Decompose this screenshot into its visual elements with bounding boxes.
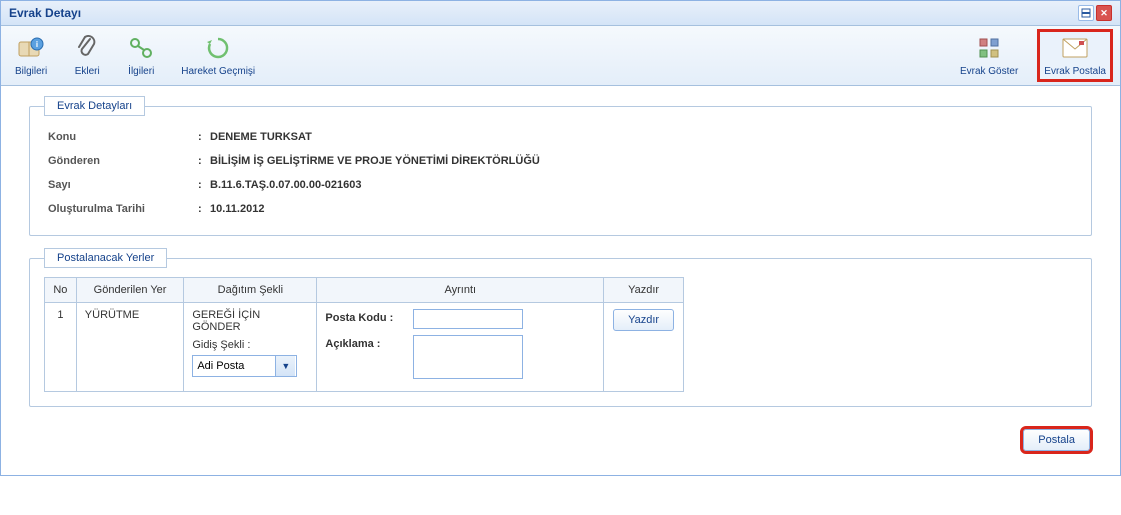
sayi-value: B.11.6.TAŞ.0.07.00.00-021603 xyxy=(210,179,1073,191)
combo-trigger[interactable]: ▼ xyxy=(275,356,295,376)
svg-text:i: i xyxy=(36,40,38,49)
tarih-row: Oluşturulma Tarihi : 10.11.2012 xyxy=(44,197,1077,221)
cell-ayrinti: Posta Kodu : Açıklama : xyxy=(317,303,604,392)
aciklama-textarea[interactable] xyxy=(413,335,523,379)
evrak-detayi-window: Evrak Detayı ✕ i xyxy=(0,0,1121,476)
konu-value: DENEME TURKSAT xyxy=(210,131,1073,143)
th-dagitim: Dağıtım Şekli xyxy=(184,278,317,303)
content-area: Evrak Detayları Konu : DENEME TURKSAT Gö… xyxy=(1,86,1120,475)
titlebar-controls: ✕ xyxy=(1078,5,1112,21)
postalanacak-legend: Postalanacak Yerler xyxy=(44,248,167,268)
th-yazdir: Yazdır xyxy=(604,278,684,303)
book-info-icon: i xyxy=(17,34,45,62)
tarih-label: Oluşturulma Tarihi xyxy=(48,203,198,215)
evrak-goster-button[interactable]: Evrak Göster xyxy=(956,32,1022,79)
table-row: 1 YÜRÜTME GEREĞİ İÇİN GÖNDER Gidiş Şekli… xyxy=(45,303,684,392)
postalanacak-yerler-fieldset: Postalanacak Yerler No Gönderilen Yer Da… xyxy=(29,258,1092,407)
paperclip-icon xyxy=(73,34,101,62)
cell-yazdir: Yazdır xyxy=(604,303,684,392)
grid-icon xyxy=(975,34,1003,62)
ekleri-label: Ekleri xyxy=(75,66,100,77)
aciklama-label: Açıklama : xyxy=(325,335,405,350)
konu-label: Konu xyxy=(48,131,198,143)
cell-no: 1 xyxy=(45,303,77,392)
footer: Postala xyxy=(29,429,1092,455)
goster-label: Evrak Göster xyxy=(960,66,1018,77)
close-button[interactable]: ✕ xyxy=(1096,5,1112,21)
envelope-icon xyxy=(1061,34,1089,62)
hareket-gecmisi-button[interactable]: Hareket Geçmişi xyxy=(177,32,259,79)
postala-button[interactable]: Postala xyxy=(1023,429,1090,451)
postalanacak-table: No Gönderilen Yer Dağıtım Şekli Ayrıntı … xyxy=(44,277,684,392)
cell-yer: YÜRÜTME xyxy=(76,303,184,392)
bilgileri-label: Bilgileri xyxy=(15,66,47,77)
yazdir-button[interactable]: Yazdır xyxy=(613,309,674,331)
ilgileri-label: İlgileri xyxy=(128,66,154,77)
link-icon xyxy=(127,34,155,62)
ekleri-button[interactable]: Ekleri xyxy=(69,32,105,79)
th-yer: Gönderilen Yer xyxy=(76,278,184,303)
geregi-text: GEREĞİ İÇİN GÖNDER xyxy=(192,309,260,333)
detaylar-legend: Evrak Detayları xyxy=(44,96,145,116)
th-no: No xyxy=(45,278,77,303)
evrak-postala-button[interactable]: Evrak Postala xyxy=(1040,32,1110,79)
gonderen-value: BİLİŞİM İŞ GELİŞTİRME VE PROJE YÖNETİMİ … xyxy=(210,155,1073,167)
toolbar-left: i Bilgileri Ekleri xyxy=(11,32,259,79)
titlebar: Evrak Detayı ✕ xyxy=(1,1,1120,26)
chevron-down-icon: ▼ xyxy=(281,361,290,371)
gidis-sekli-label: Gidiş Şekli : xyxy=(192,339,308,351)
gonderen-label: Gönderen xyxy=(48,155,198,167)
cell-dagitim: GEREĞİ İÇİN GÖNDER Gidiş Şekli : ▼ xyxy=(184,303,317,392)
refresh-icon xyxy=(204,34,232,62)
gidis-sekli-input[interactable] xyxy=(193,356,275,376)
collapse-button[interactable] xyxy=(1078,5,1094,21)
close-icon: ✕ xyxy=(1100,8,1108,19)
evrak-detaylari-fieldset: Evrak Detayları Konu : DENEME TURKSAT Gö… xyxy=(29,106,1092,236)
tarih-value: 10.11.2012 xyxy=(210,203,1073,215)
toolbar-right: Evrak Göster Evrak Postala xyxy=(956,32,1110,79)
hareket-label: Hareket Geçmişi xyxy=(181,66,255,77)
postala-label: Evrak Postala xyxy=(1044,66,1106,77)
posta-kodu-input[interactable] xyxy=(413,309,523,329)
window-title: Evrak Detayı xyxy=(9,6,81,20)
collapse-icon xyxy=(1081,8,1091,18)
konu-row: Konu : DENEME TURKSAT xyxy=(44,125,1077,149)
sayi-row: Sayı : B.11.6.TAŞ.0.07.00.00-021603 xyxy=(44,173,1077,197)
ilgileri-button[interactable]: İlgileri xyxy=(123,32,159,79)
gonderen-row: Gönderen : BİLİŞİM İŞ GELİŞTİRME VE PROJ… xyxy=(44,149,1077,173)
sayi-label: Sayı xyxy=(48,179,198,191)
gidis-sekli-combo[interactable]: ▼ xyxy=(192,355,297,377)
posta-kodu-label: Posta Kodu : xyxy=(325,309,405,324)
bilgileri-button[interactable]: i Bilgileri xyxy=(11,32,51,79)
th-ayrinti: Ayrıntı xyxy=(317,278,604,303)
toolbar: i Bilgileri Ekleri xyxy=(1,26,1120,86)
